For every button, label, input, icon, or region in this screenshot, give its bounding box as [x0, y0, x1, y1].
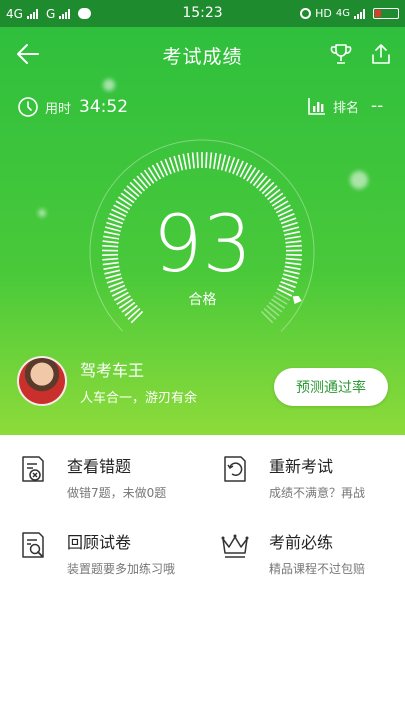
- status-left: 4G G: [6, 6, 92, 21]
- user-name: 驾考车王: [80, 360, 145, 380]
- gauge-tick: [123, 188, 137, 201]
- crown-icon: [221, 534, 249, 558]
- signal-icon: [59, 8, 71, 19]
- gauge-tick: [213, 152, 217, 169]
- time-label: 用时: [45, 101, 72, 117]
- gauge-tick: [205, 152, 208, 169]
- gauge-tick: [269, 192, 284, 204]
- bar-chart-icon: [308, 98, 325, 115]
- action-title: 查看错题: [67, 457, 132, 476]
- gauge-tick: [249, 169, 261, 184]
- network-label-2: G: [45, 6, 56, 21]
- action-title: 考前必练: [269, 533, 334, 552]
- action-text: 查看错题 做错7题，未做0题: [67, 453, 166, 501]
- gauge-tick: [187, 152, 191, 169]
- signal-icon: [354, 8, 365, 19]
- trophy-button[interactable]: [327, 40, 355, 68]
- review-paper-icon: [22, 532, 44, 558]
- gauge-tick: [255, 175, 268, 189]
- gauge-tick: [177, 154, 184, 171]
- network-label-1: 4G: [6, 6, 23, 21]
- action-pre-exam-practice[interactable]: 考前必练 精品课程不过包赔: [219, 529, 365, 577]
- gauge-tick: [127, 307, 141, 320]
- gauge-tick: [136, 175, 149, 189]
- gauge-tick: [261, 181, 275, 195]
- gauge-tick: [191, 152, 195, 169]
- gauge-tick: [260, 310, 274, 324]
- share-button[interactable]: [367, 40, 395, 68]
- gauge-tick: [196, 152, 199, 169]
- action-subtitle: 装置题要多加练习哦: [67, 562, 176, 576]
- gauge-tick: [264, 185, 278, 198]
- time-used: 用时 34:52: [17, 96, 128, 118]
- user-card[interactable]: 驾考车王 人车合一，游刃有余: [17, 356, 197, 406]
- gauge-tick: [140, 172, 152, 187]
- gauge-tick: [252, 172, 264, 187]
- action-retake-exam[interactable]: 重新考试 成绩不满意？再战: [219, 453, 365, 501]
- action-text: 考前必练 精品课程不过包赔: [269, 529, 365, 577]
- gauge-tick: [258, 178, 272, 192]
- action-view-wrong[interactable]: 查看错题 做错7题，未做0题: [17, 453, 166, 501]
- action-text: 回顾试卷 装置题要多加练习哦: [67, 529, 175, 577]
- action-text: 重新考试 成绩不满意？再战: [269, 453, 365, 501]
- gauge-tick: [209, 152, 213, 169]
- status-right: HD 4G: [300, 7, 399, 20]
- wrong-questions-icon: [22, 456, 44, 482]
- signal-icon: [26, 8, 38, 19]
- avatar[interactable]: [17, 356, 67, 406]
- action-title: 重新考试: [269, 457, 334, 476]
- gauge-tick: [132, 178, 146, 192]
- top-bar: 考试成绩: [0, 27, 405, 81]
- gauge-tick: [263, 307, 277, 320]
- pass-status: 合格: [188, 292, 217, 308]
- action-subtitle: 精品课程不过包赔: [269, 562, 366, 576]
- gauge-tick: [130, 310, 144, 324]
- clock-icon: [18, 97, 38, 117]
- hd-label: HD: [315, 7, 332, 20]
- action-subtitle: 做错7题，未做0题: [67, 486, 167, 500]
- gauge-tick: [126, 185, 140, 198]
- action-review-paper[interactable]: 回顾试卷 装置题要多加练习哦: [17, 529, 175, 577]
- status-bar: 4G G 15:23 HD 4G: [0, 0, 405, 27]
- gauge-tick: [129, 181, 143, 195]
- user-info: 驾考车王 人车合一，游刃有余: [80, 357, 197, 406]
- gauge-tick: [120, 192, 135, 204]
- network-label-3: 4G: [335, 8, 350, 19]
- gauge-tick: [182, 153, 188, 170]
- ranking: 排名 --: [307, 96, 383, 116]
- gauge-tick: [224, 155, 231, 172]
- user-motto: 人车合一，游刃有余: [80, 390, 198, 406]
- retake-exam-icon: [224, 456, 246, 482]
- message-icon: [78, 8, 92, 19]
- gauge-tick: [267, 188, 281, 201]
- gauge-tick: [143, 169, 155, 184]
- time-value: 34:52: [79, 97, 129, 117]
- gauge-tick: [173, 155, 180, 172]
- score-value: 93: [152, 200, 253, 290]
- predict-pass-rate-button[interactable]: 预测通过率: [274, 368, 388, 406]
- gauge-tick: [220, 154, 227, 171]
- action-subtitle: 成绩不满意？再战: [269, 486, 366, 500]
- trophy-icon: [330, 44, 352, 64]
- score-hero: 考试成绩 用时 34:52 排名 -- 93 合格 驾考车王 人车合一，游刃有余…: [0, 27, 405, 435]
- action-title: 回顾试卷: [67, 533, 132, 552]
- alarm-icon: [300, 8, 312, 19]
- rank-label: 排名: [333, 100, 360, 116]
- gauge-tick: [216, 153, 222, 170]
- rank-value: --: [371, 96, 384, 116]
- decorative-glow: [350, 171, 368, 189]
- share-icon: [372, 44, 390, 64]
- battery-icon: [373, 8, 399, 19]
